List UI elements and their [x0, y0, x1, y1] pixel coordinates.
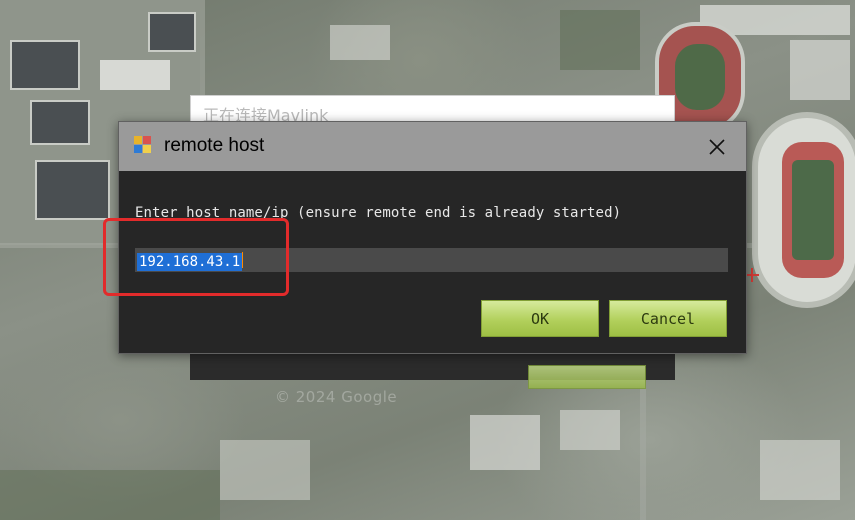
dialog-title: remote host	[164, 135, 265, 156]
annotation-highlight-box	[103, 218, 289, 296]
map-marker-cross	[745, 268, 759, 282]
close-icon	[709, 139, 725, 155]
close-button[interactable]	[699, 132, 735, 162]
map-watermark: © 2024 Google	[275, 388, 398, 406]
dialog-titlebar[interactable]: remote host	[119, 122, 746, 171]
background-window-button	[528, 365, 646, 389]
cancel-button[interactable]: Cancel	[609, 300, 727, 337]
ok-button[interactable]: OK	[481, 300, 599, 337]
stadium-pitch	[792, 160, 834, 260]
app-icon	[134, 136, 152, 154]
track-field	[675, 44, 725, 110]
